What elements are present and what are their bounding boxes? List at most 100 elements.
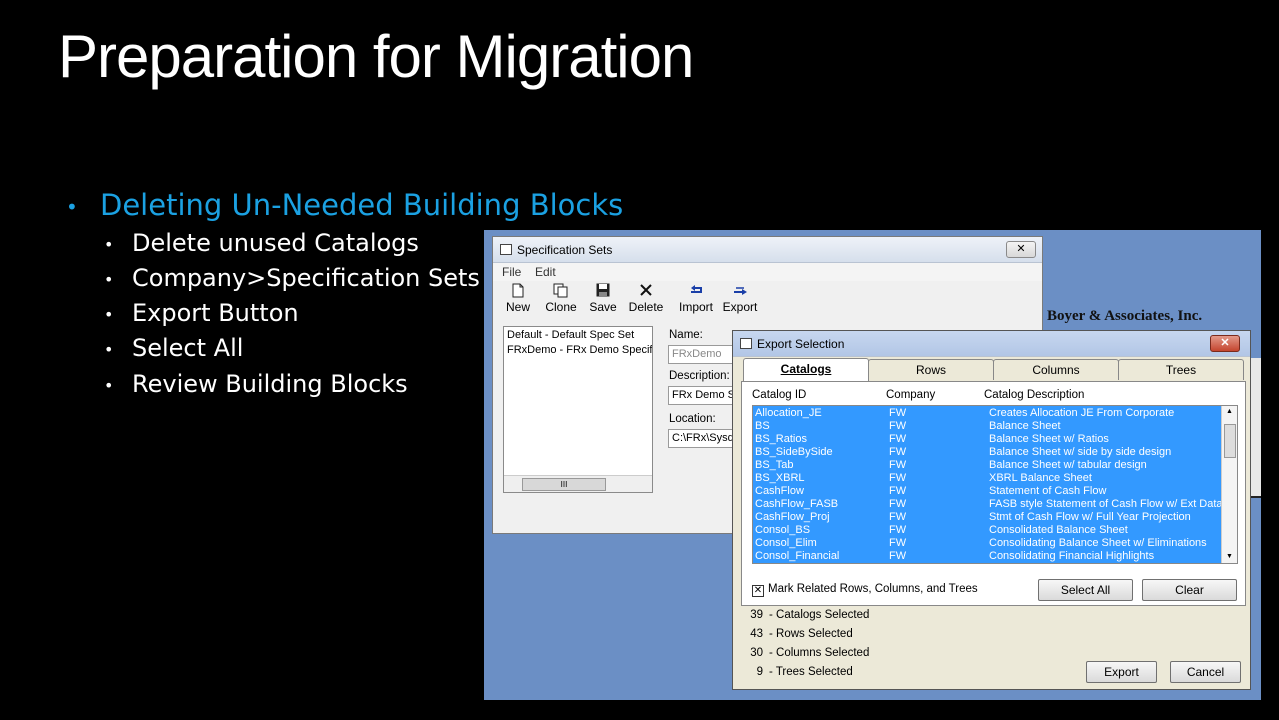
clear-button[interactable]: Clear [1142, 579, 1237, 601]
menu-edit[interactable]: Edit [535, 265, 556, 279]
export-window-title: Export Selection [757, 337, 845, 351]
cell-description: Consolidated Balance Sheet [989, 524, 1128, 536]
select-all-button[interactable]: Select All [1038, 579, 1133, 601]
scrollbar-thumb[interactable]: III [522, 478, 606, 491]
sub-bullet-text: Delete unused Catalogs [132, 229, 419, 257]
new-label: New [505, 300, 530, 314]
cell-catalog-id: CashFlow_FASB [755, 498, 839, 510]
cell-catalog-id: BS_Ratios [755, 433, 807, 445]
cell-description: Balance Sheet w/ side by side design [989, 446, 1172, 458]
tab-trees[interactable]: Trees [1118, 359, 1244, 380]
cell-company: FW [889, 459, 907, 471]
cell-catalog-id: Consol_Elim [755, 537, 817, 549]
location-field[interactable]: C:\FRx\Sysd [668, 429, 733, 448]
count-value: 9 [756, 666, 763, 678]
sub-bullet: • Export Button [104, 299, 299, 327]
cancel-button[interactable]: Cancel [1170, 661, 1241, 683]
cell-description: Consolidating Balance Sheet w/ Eliminati… [989, 537, 1207, 549]
delete-button[interactable]: Delete [628, 283, 664, 314]
company-name: Boyer & Associates, Inc. [1047, 308, 1203, 324]
scroll-up-icon[interactable]: ▲ [1222, 406, 1237, 418]
tab-columns[interactable]: Columns [993, 359, 1119, 380]
table-row[interactable]: Consol_BS FW Consolidated Balance Sheet [753, 524, 1221, 537]
checkbox-checked-icon[interactable]: ✕ [752, 585, 764, 597]
table-row[interactable]: CashFlow FW Statement of Cash Flow [753, 485, 1221, 498]
clone-icon [553, 283, 569, 298]
catalog-grid[interactable]: Allocation_JE FW Creates Allocation JE Fro… [752, 405, 1238, 564]
menu-file[interactable]: File [502, 265, 521, 279]
table-row[interactable]: BS_Tab FW Balance Sheet w/ tabular design [753, 459, 1221, 472]
cell-company: FW [889, 524, 907, 536]
table-row[interactable]: CashFlow_Proj FW Stmt of Cash Flow w/ Full… [753, 511, 1221, 524]
tab-strip: Catalogs Rows Columns Trees [743, 358, 1245, 381]
sub-bullet: • Review Building Blocks [104, 370, 408, 398]
save-button[interactable]: Save [589, 283, 617, 314]
spec-set-list[interactable]: Default - Default Spec Set FRxDemo - FRx… [503, 326, 653, 493]
cell-company: FW [889, 446, 907, 458]
clone-label: Clone [545, 300, 577, 314]
tab-catalogs[interactable]: Catalogs [743, 358, 869, 381]
rows-selected-count: 43 - Rows Selected [741, 628, 853, 640]
cell-catalog-id: BS [755, 420, 770, 432]
export-confirm-button[interactable]: Export [1086, 661, 1157, 683]
table-row[interactable]: BS_XBRL FW XBRL Balance Sheet [753, 472, 1221, 485]
app-screenshot: Boyer & Associates, Inc. Specification S… [484, 230, 1261, 700]
count-value: 30 [750, 647, 763, 659]
vertical-scrollbar[interactable]: ▲ ▼ [1221, 406, 1237, 563]
window-icon [740, 338, 752, 349]
sub-bullet: • Select All [104, 334, 243, 362]
table-row[interactable]: Consol_Elim FW Consolidating Balance Sheet… [753, 537, 1221, 550]
export-titlebar[interactable]: Export Selection ✕ [733, 331, 1250, 357]
sub-bullet: • Company>Specification Sets [104, 264, 480, 292]
column-header-catalog-id[interactable]: Catalog ID [752, 389, 806, 401]
new-document-icon [510, 283, 526, 298]
export-close-button[interactable]: ✕ [1210, 335, 1240, 352]
cell-company: FW [889, 485, 907, 497]
table-row[interactable]: BS_SideBySide FW Balance Sheet w/ side by … [753, 446, 1221, 459]
name-label: Name: [669, 329, 703, 341]
cell-company: FW [889, 511, 907, 523]
cell-company: FW [889, 420, 907, 432]
import-label: Import [678, 300, 713, 314]
column-header-description[interactable]: Catalog Description [984, 389, 1084, 401]
name-field[interactable]: FRxDemo [668, 345, 733, 364]
columns-selected-count: 30 - Columns Selected [741, 647, 869, 659]
clone-button[interactable]: Clone [544, 283, 578, 314]
cell-description: Creates Allocation JE From Corporate [989, 407, 1175, 419]
cell-description: Balance Sheet w/ tabular design [989, 459, 1147, 471]
export-button[interactable]: Export [721, 283, 759, 314]
cell-company: FW [889, 472, 907, 484]
horizontal-scrollbar[interactable]: III [504, 475, 652, 492]
table-row[interactable]: Consol_Financial FW Consolidating Financia… [753, 550, 1221, 563]
table-row[interactable]: Allocation_JE FW Creates Allocation JE Fro… [753, 407, 1221, 420]
table-row[interactable]: BS FW Balance Sheet [753, 420, 1221, 433]
tab-rows[interactable]: Rows [868, 359, 994, 380]
count-label: - Columns Selected [769, 647, 870, 659]
cell-description: Statement of Cash Flow [989, 485, 1107, 497]
list-item[interactable]: Default - Default Spec Set [504, 327, 652, 342]
window-icon [500, 244, 512, 255]
scrollbar-thumb[interactable] [1224, 424, 1236, 458]
delete-label: Delete [628, 300, 664, 314]
column-header-company[interactable]: Company [886, 389, 935, 401]
table-row[interactable]: CashFlow_FASB FW FASB style Statement of C… [753, 498, 1223, 511]
new-button[interactable]: New [503, 283, 533, 314]
sub-bullet-text: Company>Specification Sets [132, 264, 480, 292]
spec-titlebar[interactable]: Specification Sets ✕ [493, 237, 1042, 263]
sub-bullet: • Delete unused Catalogs [104, 229, 419, 257]
import-button[interactable]: Import [677, 283, 715, 314]
cell-catalog-id: Consol_Financial [755, 550, 840, 562]
sub-bullet-text: Select All [132, 334, 244, 362]
cell-catalog-id: BS_XBRL [755, 472, 805, 484]
list-item[interactable]: FRxDemo - FRx Demo Specific [504, 342, 652, 357]
spec-close-button[interactable]: ✕ [1006, 241, 1036, 258]
cell-company: FW [889, 498, 907, 510]
bullet-dot: • [66, 195, 78, 219]
sub-bullet-text: Review Building Blocks [132, 370, 408, 398]
description-field[interactable]: FRx Demo Sp [668, 386, 733, 405]
location-label: Location: [669, 413, 716, 425]
scroll-down-icon[interactable]: ▼ [1222, 551, 1237, 563]
cell-description: XBRL Balance Sheet [989, 472, 1092, 484]
mark-related-checkbox[interactable]: ✕ Mark Related Rows, Columns, and Trees [752, 583, 978, 597]
table-row[interactable]: BS_Ratios FW Balance Sheet w/ Ratios [753, 433, 1221, 446]
